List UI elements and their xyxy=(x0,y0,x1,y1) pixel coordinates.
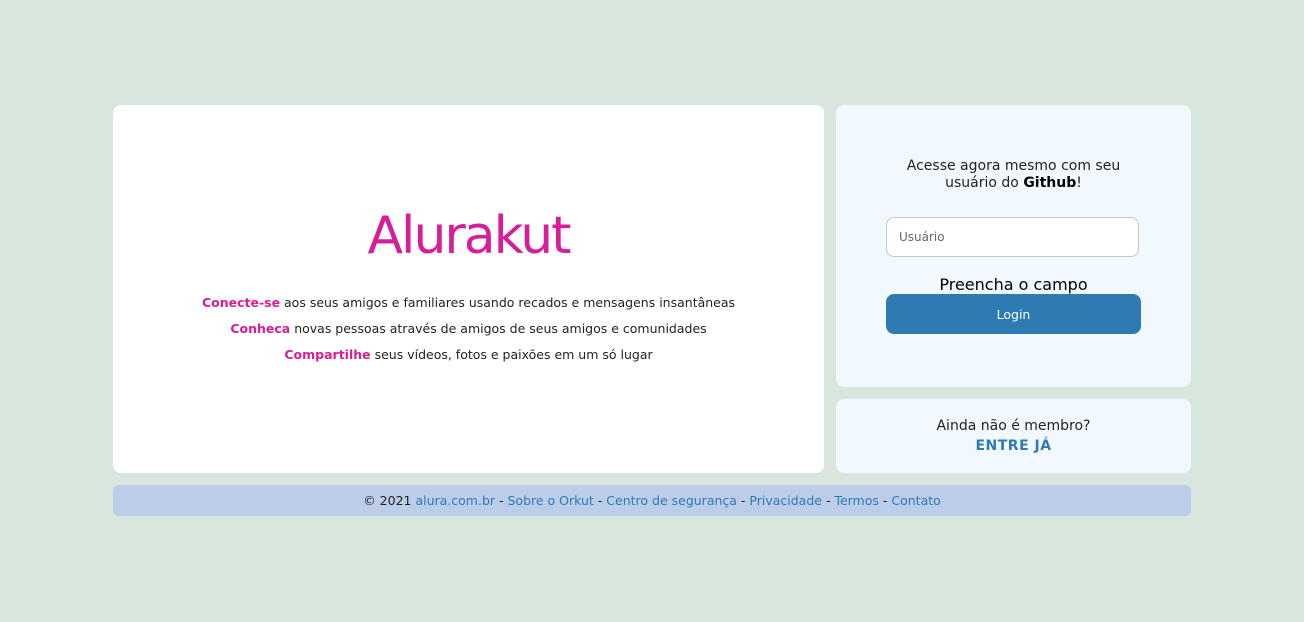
login-intro: Acesse agora mesmo com seu usuário do Gi… xyxy=(836,158,1191,192)
footer-link-alura[interactable]: alura.com.br xyxy=(415,493,495,508)
feature-list: Conecte-se aos seus amigos e familiares … xyxy=(113,293,824,371)
feature-highlight: Conheca xyxy=(230,321,291,336)
footer-link-terms[interactable]: Termos xyxy=(834,493,878,508)
feature-highlight: Compartilhe xyxy=(284,347,371,362)
logo-text: Alurakut xyxy=(367,206,571,266)
join-panel: Ainda não é membro? ENTRE JÁ xyxy=(836,399,1191,473)
github-label: Github xyxy=(1023,175,1077,191)
login-button[interactable]: Login xyxy=(886,294,1141,334)
field-required-message: Preencha o campo xyxy=(939,275,1088,294)
copyright: © 2021 xyxy=(363,493,416,508)
login-intro-line1: Acesse agora mesmo com seu xyxy=(906,158,1121,174)
feature-text: aos seus amigos e familiares usando reca… xyxy=(280,295,736,310)
logo: Alurakut xyxy=(113,205,824,267)
login-intro-prefix: usuário do xyxy=(945,175,1024,191)
feature-item: Conecte-se aos seus amigos e familiares … xyxy=(113,293,824,319)
footer-link-contact[interactable]: Contato xyxy=(891,493,940,508)
join-link[interactable]: ENTRE JÁ xyxy=(975,438,1051,455)
footer-link-privacy[interactable]: Privacidade xyxy=(749,493,822,508)
login-intro-suffix: ! xyxy=(1076,175,1082,191)
feature-text: novas pessoas através de amigos de seus … xyxy=(290,321,707,336)
footer-separator: - xyxy=(593,493,607,508)
login-intro-line2: usuário do Github! xyxy=(836,175,1191,192)
username-input[interactable] xyxy=(886,217,1139,257)
feature-text: seus vídeos, fotos e paixões em um só lu… xyxy=(370,347,653,362)
feature-item: Compartilhe seus vídeos, fotos e paixões… xyxy=(113,345,824,371)
welcome-panel xyxy=(113,105,824,473)
footer-separator: - xyxy=(878,493,892,508)
footer-separator: - xyxy=(821,493,835,508)
footer-separator: - xyxy=(736,493,750,508)
footer: © 2021 alura.com.br - Sobre o Orkut - Ce… xyxy=(113,485,1191,516)
footer-separator: - xyxy=(495,493,508,508)
feature-highlight: Conecte-se xyxy=(201,295,281,310)
footer-link-about[interactable]: Sobre o Orkut xyxy=(508,493,594,508)
feature-item: Conheca novas pessoas através de amigos … xyxy=(113,319,824,345)
join-question: Ainda não é membro? xyxy=(936,418,1091,434)
footer-link-security[interactable]: Centro de segurança xyxy=(606,493,737,508)
